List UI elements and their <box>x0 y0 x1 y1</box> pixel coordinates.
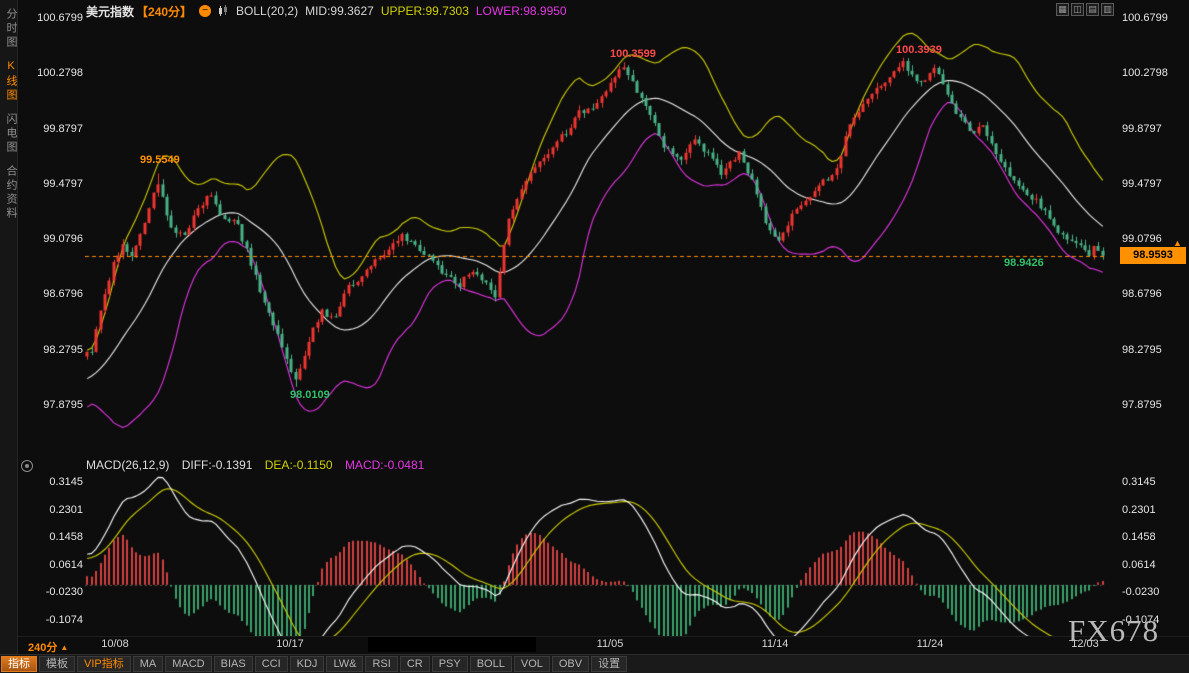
scrollbar-thumb[interactable] <box>368 637 536 652</box>
price-axis-label-right: 98.6796 <box>1122 288 1186 300</box>
toolbar-indicator[interactable]: 指标 <box>1 656 37 672</box>
toolbar-settings[interactable]: 设置 <box>591 656 627 672</box>
price-axis-label-left: 100.2798 <box>22 67 83 79</box>
toolbar-cci[interactable]: CCI <box>255 656 288 672</box>
macd-axis-label-right: 0.2301 <box>1122 504 1186 516</box>
price-axis-label-left: 99.0796 <box>22 233 83 245</box>
price-axis-label-right: 100.2798 <box>1122 67 1186 79</box>
macd-axis-label-left: 0.1458 <box>22 531 83 543</box>
trading-app-window: 分时图 K线图 闪电图 合约资料 美元指数【240分】 − BOLL(20,2)… <box>0 0 1189 673</box>
sidebar-item-kline-chart[interactable]: K线图 <box>3 60 19 103</box>
last-price-tag: 98.9593 <box>1120 247 1186 264</box>
toolbar-bias[interactable]: BIAS <box>214 656 253 672</box>
x-axis-date: 11/05 <box>597 638 624 650</box>
period-selector[interactable]: 240分 ▲ <box>28 639 68 655</box>
price-annotation: 100.3939 <box>896 44 942 56</box>
price-axis-label-left: 99.8797 <box>22 123 83 135</box>
toolbar-template[interactable]: 模板 <box>39 656 75 672</box>
period-label-text: 240分 <box>28 642 57 654</box>
toolbar-psy[interactable]: PSY <box>432 656 468 672</box>
macd-axis-label-right: -0.0230 <box>1122 586 1186 598</box>
toolbar-boll[interactable]: BOLL <box>470 656 512 672</box>
axis-separator <box>18 636 1189 637</box>
macd-indicator-chart[interactable] <box>85 455 1105 637</box>
sidebar-item-lightning-chart[interactable]: 闪电图 <box>3 113 19 155</box>
price-axis-label-left: 97.8795 <box>22 399 83 411</box>
period-dropdown-arrow-icon: ▲ <box>60 643 68 652</box>
price-annotation: 100.3599 <box>610 48 656 60</box>
macd-header: MACD(26,12,9) DIFF:-0.1391 DEA:-0.1150 M… <box>86 458 433 472</box>
macd-axis-label-left: -0.1074 <box>22 614 83 626</box>
x-axis-date: 10/17 <box>276 638 304 650</box>
price-axis-label-right: 99.4797 <box>1122 178 1186 190</box>
toolbar-ma[interactable]: MA <box>133 656 164 672</box>
sidebar-item-time-chart[interactable]: 分时图 <box>3 8 19 50</box>
macd-dea-value: DEA:-0.1150 <box>265 458 333 472</box>
macd-axis-label-left: -0.0230 <box>22 586 83 598</box>
sidebar-item-contract-info[interactable]: 合约资料 <box>3 165 19 221</box>
toolbar-vip-indicator[interactable]: VIP指标 <box>77 656 131 672</box>
macd-axis-label-left: 0.0614 <box>22 559 83 571</box>
chart-mode-sidebar: 分时图 K线图 闪电图 合约资料 <box>0 0 18 654</box>
toolbar-obv[interactable]: OBV <box>552 656 589 672</box>
price-axis-label-right: 97.8795 <box>1122 399 1186 411</box>
bottom-toolbar: 指标 模板 VIP指标 MA MACD BIAS CCI KDJ LW& RSI… <box>0 654 1189 673</box>
main-candlestick-chart[interactable] <box>85 10 1105 448</box>
price-axis-label-left: 98.6796 <box>22 288 83 300</box>
price-axis-label-left: 98.2795 <box>22 344 83 356</box>
price-up-arrow-icon: ▲ <box>1173 238 1182 248</box>
toolbar-vol[interactable]: VOL <box>514 656 550 672</box>
toolbar-cr[interactable]: CR <box>400 656 430 672</box>
macd-diff-value: DIFF:-0.1391 <box>182 458 253 472</box>
macd-title[interactable]: MACD(26,12,9) <box>86 458 169 472</box>
price-annotation: 98.0109 <box>290 389 330 401</box>
macd-axis-label-right: 0.0614 <box>1122 559 1186 571</box>
x-axis-date: 10/08 <box>101 638 129 650</box>
watermark: FX678 <box>1068 613 1159 649</box>
indicator-cycle-icon[interactable] <box>21 460 33 472</box>
macd-axis-label-right: 0.3145 <box>1122 476 1186 488</box>
x-axis-date: 11/24 <box>917 638 944 650</box>
toolbar-lwr[interactable]: LW& <box>326 656 363 672</box>
toolbar-rsi[interactable]: RSI <box>365 656 397 672</box>
x-axis-date: 11/14 <box>762 638 789 650</box>
toolbar-macd[interactable]: MACD <box>165 656 211 672</box>
macd-axis-label-left: 0.2301 <box>22 504 83 516</box>
macd-axis-label-right: 0.1458 <box>1122 531 1186 543</box>
price-axis-label-left: 100.6799 <box>22 12 83 24</box>
toolbar-kdj[interactable]: KDJ <box>290 656 325 672</box>
macd-axis-label-left: 0.3145 <box>22 476 83 488</box>
price-annotation: 98.9426 <box>1004 257 1044 269</box>
price-axis-label-right: 99.8797 <box>1122 123 1186 135</box>
price-axis-label-left: 99.4797 <box>22 178 83 190</box>
price-axis-label-right: 100.6799 <box>1122 12 1186 24</box>
macd-macd-value: MACD:-0.0481 <box>345 458 424 472</box>
price-axis-label-right: 98.2795 <box>1122 344 1186 356</box>
price-annotation: 99.5549 <box>140 154 180 166</box>
